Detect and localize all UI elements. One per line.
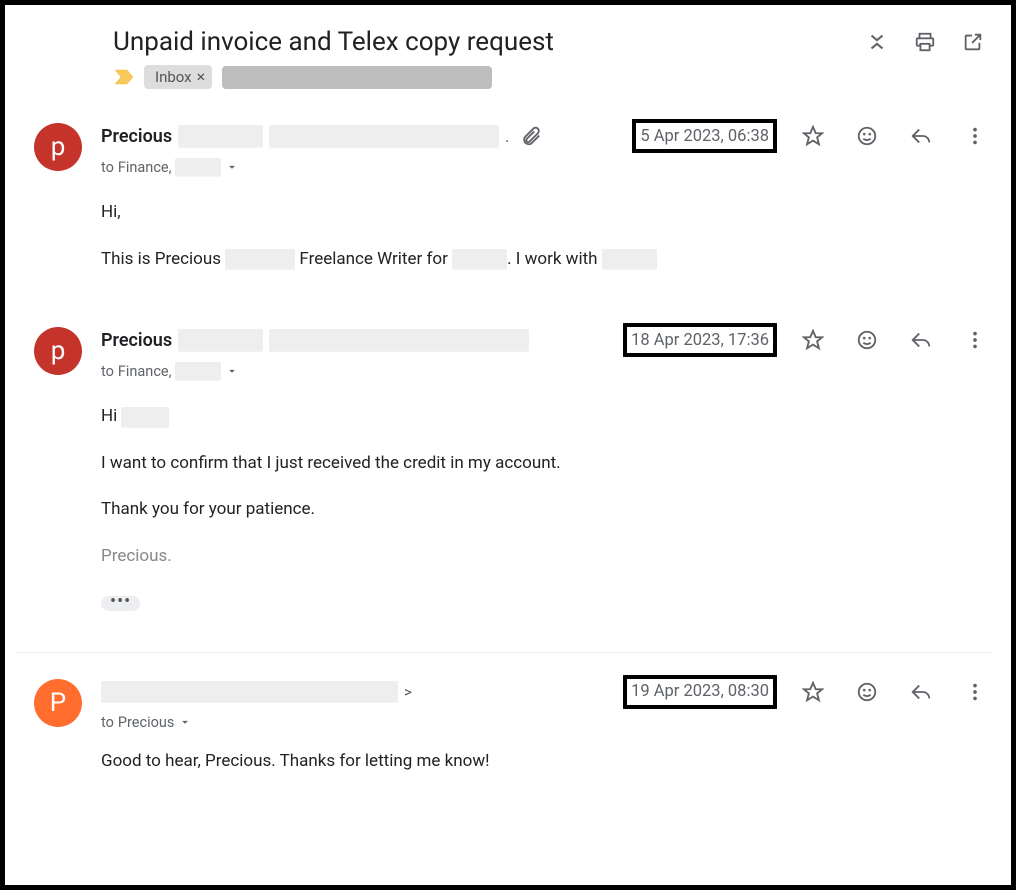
to-value: Finance, — [118, 159, 172, 176]
star-icon[interactable] — [801, 124, 825, 148]
recipients-line[interactable]: to Finance, — [101, 158, 993, 176]
redacted-label[interactable] — [222, 66, 492, 89]
emoji-react-icon[interactable] — [855, 124, 879, 148]
thread-header-actions — [865, 30, 985, 54]
redacted-text — [225, 249, 295, 269]
redacted-sender — [101, 681, 398, 702]
reply-icon[interactable] — [909, 328, 933, 352]
redacted-text — [178, 329, 263, 351]
to-prefix: to — [101, 714, 114, 731]
to-value: Precious — [118, 714, 174, 731]
reply-icon[interactable] — [909, 680, 933, 704]
message-actions — [801, 124, 987, 148]
avatar[interactable]: P — [34, 679, 82, 727]
redacted-text — [269, 329, 529, 351]
body-line: This is Precious Freelance Writer for . … — [101, 247, 993, 273]
body-line: Hi, — [101, 200, 993, 226]
message-actions — [801, 680, 987, 704]
timestamp-highlight: 18 Apr 2023, 17:36 — [623, 323, 777, 357]
to-prefix: to — [101, 363, 114, 380]
email-thread-frame: Unpaid invoice and Telex copy request In… — [0, 0, 1016, 890]
more-icon[interactable] — [963, 124, 987, 148]
emoji-react-icon[interactable] — [855, 680, 879, 704]
sender-name[interactable]: Precious — [101, 126, 172, 147]
message-actions — [801, 328, 987, 352]
remove-inbox-label-icon[interactable]: × — [197, 69, 206, 85]
redacted-text — [269, 125, 499, 147]
timestamp: 19 Apr 2023, 08:30 — [631, 682, 769, 701]
print-icon[interactable] — [913, 30, 937, 54]
important-marker-icon[interactable] — [114, 69, 134, 85]
timestamp: 5 Apr 2023, 06:38 — [640, 127, 769, 146]
more-icon[interactable] — [963, 680, 987, 704]
redacted-text — [602, 249, 657, 269]
show-trimmed-content-button[interactable]: ••• — [101, 596, 140, 611]
show-details-icon[interactable] — [225, 364, 239, 378]
dot: . — [505, 127, 509, 146]
redacted-text — [178, 125, 263, 147]
sender-name[interactable]: Precious — [101, 330, 172, 351]
angle-bracket: > — [404, 683, 412, 701]
message-item: p Precious . 5 Apr 2023, 06:38 — [15, 119, 993, 323]
signature: Precious. — [101, 544, 993, 570]
open-new-window-icon[interactable] — [961, 30, 985, 54]
to-value: Finance, — [118, 363, 172, 380]
body-line: I want to confirm that I just received t… — [101, 451, 993, 477]
avatar-column: p — [15, 323, 101, 616]
message-item: P > 19 Apr 2023, 08:30 to — [15, 675, 993, 801]
collapse-expand-icon[interactable] — [865, 30, 889, 54]
message-item: p Precious 18 Apr 2023, 17:36 — [15, 323, 993, 646]
message-body: Good to hear, Precious. Thanks for letti… — [101, 749, 993, 775]
star-icon[interactable] — [801, 680, 825, 704]
labels-row: Inbox × — [114, 65, 993, 89]
thread-subject: Unpaid invoice and Telex copy request — [113, 27, 865, 57]
redacted-text — [452, 249, 507, 269]
star-icon[interactable] — [801, 328, 825, 352]
recipients-line[interactable]: to Finance, — [101, 362, 993, 380]
to-prefix: to — [101, 159, 114, 176]
timestamp: 18 Apr 2023, 17:36 — [631, 331, 769, 350]
inbox-label-text: Inbox — [155, 68, 192, 86]
reply-icon[interactable] — [909, 124, 933, 148]
redacted-text — [121, 407, 169, 427]
emoji-react-icon[interactable] — [855, 328, 879, 352]
redacted-text — [175, 158, 221, 176]
message-body: Hi, This is Precious Freelance Writer fo… — [101, 200, 993, 272]
show-details-icon[interactable] — [225, 160, 239, 174]
avatar-column: P — [15, 675, 101, 796]
recipients-line[interactable]: to Precious — [101, 714, 993, 731]
body-line: Thank you for your patience. — [101, 497, 993, 523]
avatar[interactable]: p — [34, 327, 82, 375]
more-icon[interactable] — [963, 328, 987, 352]
timestamp-highlight: 19 Apr 2023, 08:30 — [623, 675, 777, 709]
message-body: Hi I want to confirm that I just receive… — [101, 404, 993, 616]
inbox-label-chip[interactable]: Inbox × — [144, 65, 212, 89]
body-line: Hi — [101, 404, 993, 430]
avatar[interactable]: p — [34, 123, 82, 171]
redacted-text — [175, 362, 221, 380]
show-details-icon[interactable] — [178, 715, 192, 729]
timestamp-highlight: 5 Apr 2023, 06:38 — [632, 119, 777, 153]
thread-header: Unpaid invoice and Telex copy request — [113, 27, 993, 57]
avatar-column: p — [15, 119, 101, 293]
message-divider — [15, 652, 993, 653]
attachment-icon[interactable] — [519, 124, 543, 148]
body-line: Good to hear, Precious. Thanks for letti… — [101, 749, 993, 775]
